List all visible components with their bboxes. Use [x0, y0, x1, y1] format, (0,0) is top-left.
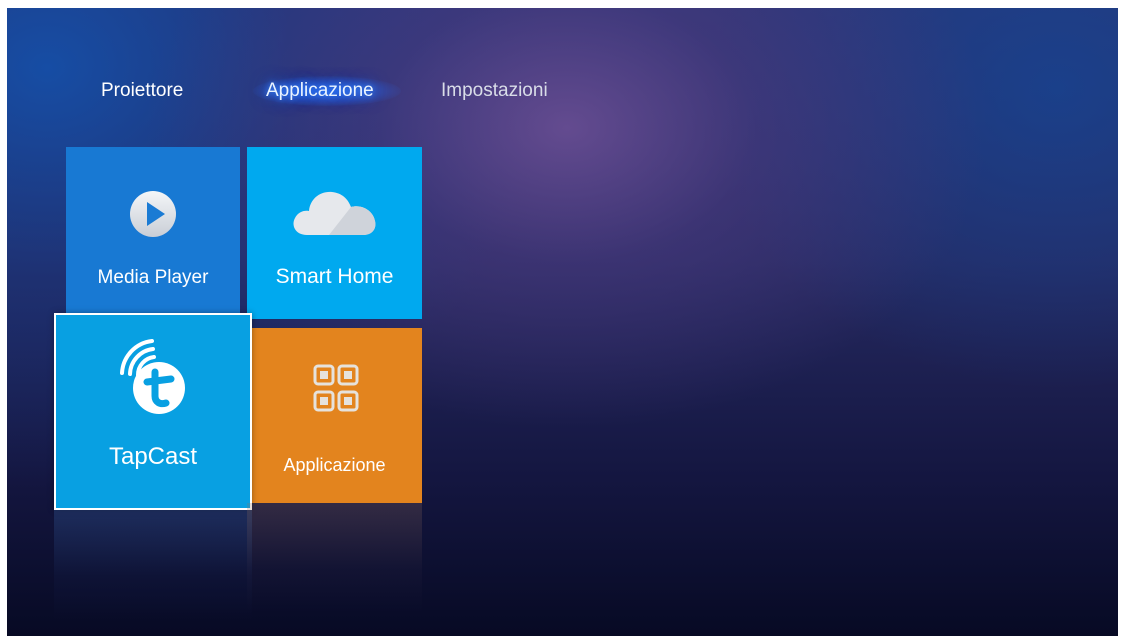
tab-applicazione[interactable]: Applicazione — [266, 80, 374, 102]
media-player-label: Media Player — [97, 267, 209, 288]
tapcast-tile-reflection — [54, 510, 252, 620]
app-grid-icon — [313, 360, 359, 427]
applicazione-label: Applicazione — [283, 455, 386, 475]
media-player-tile[interactable]: Media Player — [66, 147, 240, 315]
launcher-screen: Proiettore Applicazione Impostazioni Med… — [7, 8, 1118, 636]
applicazione-tile[interactable]: Applicazione — [247, 328, 422, 503]
tab-impostazioni[interactable]: Impostazioni — [441, 80, 548, 102]
cloud-icon — [289, 177, 379, 246]
tapcast-tile[interactable]: TapCast — [54, 313, 252, 510]
tab-proiettore[interactable]: Proiettore — [101, 80, 183, 102]
tapcast-label: TapCast — [108, 443, 198, 470]
smart-home-label: Smart Home — [275, 265, 394, 288]
smart-home-tile[interactable]: Smart Home — [247, 147, 422, 319]
tapcast-icon — [107, 335, 199, 424]
applicazione-tile-reflection — [247, 503, 422, 613]
play-icon — [121, 182, 185, 251]
